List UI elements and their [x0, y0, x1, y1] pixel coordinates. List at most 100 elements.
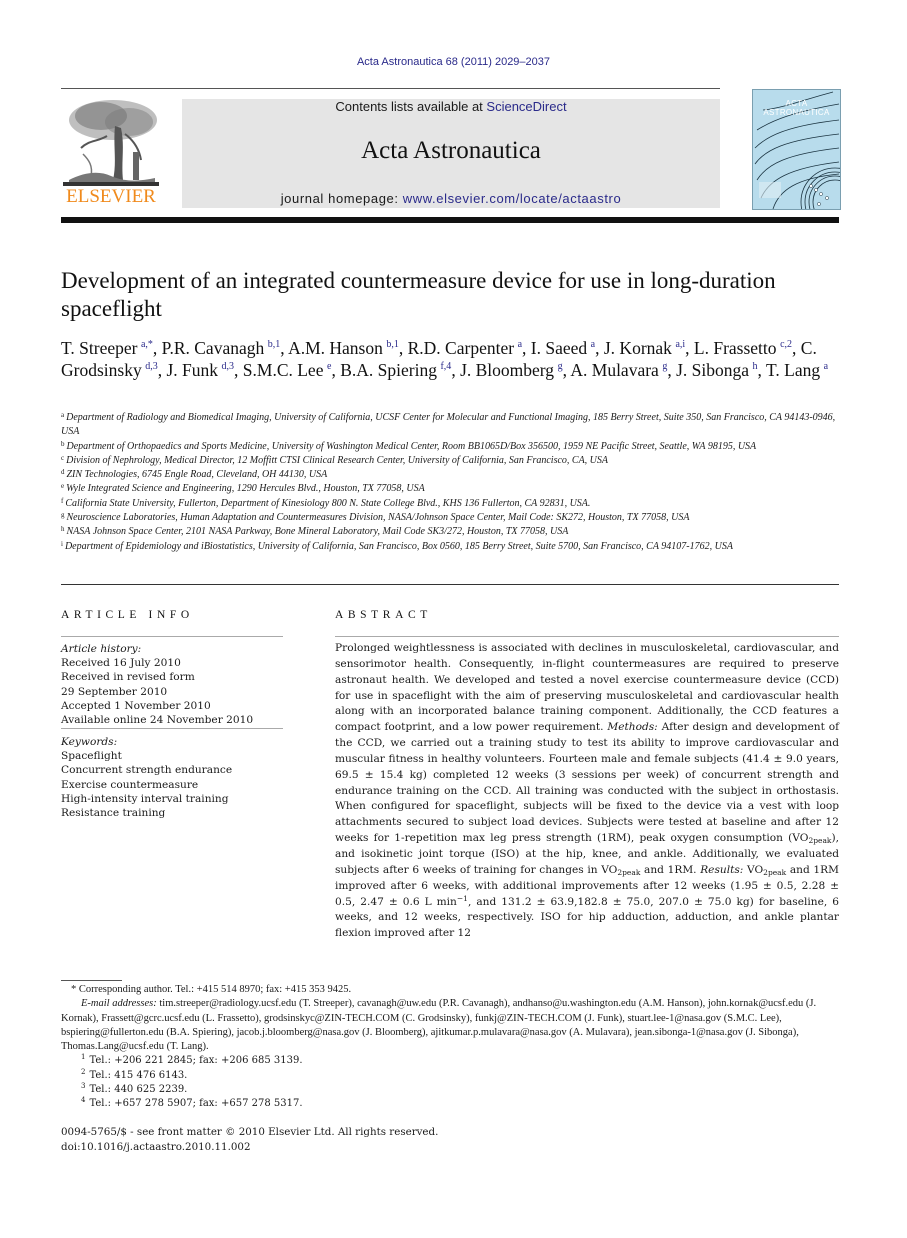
affiliation-text: NASA Johnson Space Center, 2101 NASA Par…	[66, 526, 569, 538]
author-name: S.M.C. Lee	[242, 360, 324, 380]
author[interactable]: J. Bloomberg g	[460, 360, 563, 380]
author-affiliation-marks[interactable]: a	[518, 339, 522, 350]
affiliation-text: Division of Nephrology, Medical Director…	[66, 454, 609, 466]
author-name: J. Sibonga	[676, 360, 750, 380]
history-item: Available online 24 November 2010	[61, 714, 254, 727]
telephone-text: Tel.: 440 625 2239.	[89, 1084, 188, 1096]
author[interactable]: S.M.C. Lee e	[243, 360, 332, 380]
affiliation-key: c	[61, 453, 65, 462]
author-affiliation-marks[interactable]: g	[662, 361, 667, 372]
affiliation-item: d ZIN Technologies, 6745 Engle Road, Clev…	[61, 468, 841, 482]
keyword-item[interactable]: Spaceflight	[61, 749, 283, 763]
journal-homepage-link[interactable]: www.elsevier.com/locate/actaastro	[403, 191, 622, 206]
journal-cover-thumbnail[interactable]: ACTA ASTRONAUTICA	[752, 89, 841, 210]
copyright-line: 0094-5765/$ - see front matter © 2010 El…	[61, 1126, 439, 1138]
history-item: Received 16 July 2010	[61, 657, 181, 670]
author-affiliation-marks[interactable]: b,1	[268, 339, 281, 350]
affiliation-key: d	[61, 468, 65, 477]
affiliation-item: a Department of Radiology and Biomedical …	[61, 411, 841, 440]
affiliation-text: Department of Epidemiology and iBiostati…	[64, 540, 733, 552]
top-divider	[61, 88, 720, 89]
author[interactable]: B.A. Spiering f,4	[340, 360, 451, 380]
affiliation-key: e	[61, 482, 65, 491]
article-info-divider	[61, 636, 283, 637]
affiliation-item: h NASA Johnson Space Center, 2101 NASA Pa…	[61, 525, 841, 539]
journal-masthead: Contents lists available at ScienceDirec…	[182, 99, 720, 208]
author[interactable]: J. Funk d,3	[166, 360, 234, 380]
keyword-item[interactable]: Resistance training	[61, 806, 283, 820]
affiliation-key: a	[61, 411, 65, 419]
author-name: J. Funk	[166, 360, 219, 380]
author-name: J. Bloomberg	[460, 360, 555, 380]
author[interactable]: J. Sibonga h	[676, 360, 757, 380]
subscript: 2peak	[763, 867, 787, 877]
cover-title: ACTA ASTRONAUTICA	[763, 99, 830, 117]
author[interactable]: R.D. Carpenter a	[408, 338, 522, 358]
author[interactable]: L. Frassetto c,2	[694, 338, 792, 358]
affiliation-item: f California State University, Fullerton,…	[61, 497, 841, 511]
abstract-text: After design and development of the CCD,…	[335, 721, 839, 845]
keyword-item[interactable]: Exercise countermeasure	[61, 778, 283, 792]
affiliation-text: ZIN Technologies, 6745 Engle Road, Cleve…	[66, 469, 328, 481]
author-name: A.M. Hanson	[288, 338, 383, 358]
affiliation-item: g Neuroscience Laboratories, Human Adapta…	[61, 511, 841, 525]
email-list[interactable]: tim.streeper@radiology.ucsf.edu (T. Stre…	[61, 998, 816, 1052]
affiliation-text: Wyle Integrated Science and Engineering,…	[66, 483, 425, 495]
elsevier-tree-icon	[63, 96, 159, 186]
history-item: Received in revised form	[61, 671, 195, 684]
telephone-notes: 1 Tel.: +206 221 2845; fax: +206 685 3139…	[61, 1054, 841, 1111]
author-affiliation-marks[interactable]: d,3	[145, 361, 158, 372]
footnote-number: 4	[81, 1096, 86, 1105]
author[interactable]: P.R. Cavanagh b,1	[162, 338, 281, 358]
author-affiliation-marks[interactable]: d,3	[222, 361, 235, 372]
author-affiliation-marks[interactable]: e	[327, 361, 331, 372]
author[interactable]: T. Lang a	[766, 360, 828, 380]
keyword-item[interactable]: Concurrent strength endurance	[61, 763, 283, 777]
affiliation-key: i	[61, 539, 63, 548]
superscript: −1	[456, 893, 468, 903]
article-title: Development of an integrated countermeas…	[61, 268, 776, 321]
telephone-note: 1 Tel.: +206 221 2845; fax: +206 685 3139…	[61, 1054, 841, 1068]
results-label: Results:	[700, 863, 744, 876]
affiliation-item: i Department of Epidemiology and iBiostat…	[61, 540, 841, 554]
doi-line[interactable]: doi:10.1016/j.actaastro.2010.11.002	[61, 1140, 561, 1155]
author-affiliation-marks[interactable]: c,2	[780, 339, 792, 350]
keyword-item[interactable]: High-intensity interval training	[61, 792, 283, 806]
author-affiliation-marks[interactable]: h	[753, 361, 758, 372]
keywords: Keywords: Spaceflight Concurrent strengt…	[61, 735, 283, 820]
elsevier-logo[interactable]: ELSEVIER	[61, 96, 161, 208]
author-affiliation-marks[interactable]: a	[591, 339, 595, 350]
author-affiliation-marks[interactable]: b,1	[386, 339, 399, 350]
footnote-number: 3	[81, 1082, 86, 1091]
footnotes: * Corresponding author. Tel.: +415 514 8…	[61, 983, 841, 1112]
affiliation-key: f	[61, 496, 64, 505]
journal-title: Acta Astronautica	[361, 137, 541, 164]
affiliation-item: b Department of Orthopaedics and Sports M…	[61, 440, 841, 454]
header-thick-divider	[61, 217, 839, 223]
affiliation-list: a Department of Radiology and Biomedical …	[61, 411, 841, 554]
author[interactable]: J. Kornak a,i	[604, 338, 685, 358]
author[interactable]: I. Saeed a	[531, 338, 595, 358]
author-affiliation-marks[interactable]: a,*	[141, 339, 153, 350]
author-affiliation-marks[interactable]: f,4	[440, 361, 451, 372]
article-history-label: Article history:	[61, 643, 142, 655]
sciencedirect-link[interactable]: ScienceDirect	[486, 99, 566, 114]
abstract-divider	[335, 636, 839, 637]
author-affiliation-marks[interactable]: a,i	[675, 339, 685, 350]
keywords-label: Keywords:	[61, 736, 118, 748]
author-name: R.D. Carpenter	[407, 338, 515, 358]
author-affiliation-marks[interactable]: g	[558, 361, 563, 372]
author-name: T. Streeper	[61, 338, 138, 358]
telephone-note: 2 Tel.: 415 476 6143.	[61, 1068, 841, 1083]
history-item: Accepted 1 November 2010	[61, 699, 211, 712]
abstract-heading: ABSTRACT	[335, 609, 432, 621]
author[interactable]: A.M. Hanson b,1	[288, 338, 399, 358]
author-affiliation-marks[interactable]: a	[824, 361, 828, 372]
affiliation-text: Department of Radiology and Biomedical I…	[61, 412, 836, 438]
homepage-prefix: journal homepage:	[280, 191, 403, 206]
telephone-text: Tel.: 415 476 6143.	[89, 1069, 188, 1081]
subscript: 2peak	[617, 867, 641, 877]
author[interactable]: A. Mulavara g	[570, 360, 667, 380]
author[interactable]: T. Streeper a,*	[61, 338, 153, 358]
journal-reference[interactable]: Acta Astronautica 68 (2011) 2029–2037	[0, 56, 907, 68]
